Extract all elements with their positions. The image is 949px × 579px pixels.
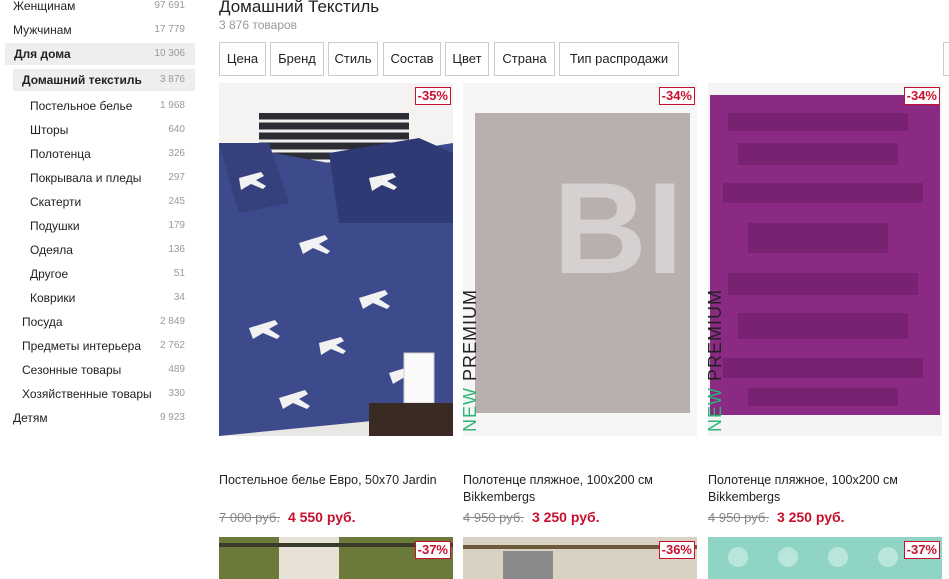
sidebar-item-count: 640 xyxy=(168,124,185,135)
filter-sale-type-button[interactable]: Тип распродажи xyxy=(559,42,679,76)
product-image[interactable] xyxy=(219,83,453,436)
product-price: 4 950 руб. 3 250 руб. xyxy=(708,509,845,525)
sidebar-item-count: 51 xyxy=(173,268,185,279)
sidebar-item-label: Покрывала и пледы xyxy=(30,171,142,185)
sidebar-item-home-textile[interactable]: Домашний текстиль 3 876 xyxy=(13,69,195,91)
product-price: 7 000 руб. 4 550 руб. xyxy=(219,509,356,525)
sidebar-item-label: Полотенца xyxy=(30,147,91,161)
discount-badge: -35% xyxy=(414,87,451,105)
discount-badge: -37% xyxy=(903,541,940,559)
sidebar-item-count: 245 xyxy=(168,196,185,207)
product-card[interactable]: -36% xyxy=(463,537,697,579)
sidebar-item-pillows[interactable]: Подушки 179 xyxy=(30,215,185,237)
sale-price: 3 250 руб. xyxy=(531,509,600,525)
product-card[interactable]: -37% xyxy=(708,537,942,579)
sidebar-item-count: 17 779 xyxy=(154,24,185,35)
sidebar-item-label: Коврики xyxy=(30,291,76,305)
sidebar-item-label: Сезонные товары xyxy=(22,363,122,377)
grey-towel-photo: BI xyxy=(463,83,697,436)
filter-style-button[interactable]: Стиль xyxy=(328,42,378,76)
sidebar-item-label: Другое xyxy=(30,267,69,281)
filter-country-button[interactable]: Страна xyxy=(494,42,555,76)
sidebar-item-count: 2 849 xyxy=(159,316,185,327)
sidebar-item-count: 97 691 xyxy=(154,0,185,11)
sidebar-item-label: Женщинам xyxy=(13,0,76,13)
sidebar-item-count: 1 968 xyxy=(159,100,185,111)
sidebar-item-women[interactable]: Женщинам 97 691 xyxy=(13,0,185,17)
premium-tag: NEW PREMIUM xyxy=(463,272,481,432)
sidebar-item-label: Предметы интерьера xyxy=(22,339,142,353)
discount-badge: -36% xyxy=(658,541,695,559)
sidebar-item-label: Домашний текстиль xyxy=(22,73,142,87)
product-count: 3 876 товаров xyxy=(219,18,298,32)
sidebar-item-home[interactable]: Для дома 10 306 xyxy=(5,43,195,65)
sidebar-item-seasonal[interactable]: Сезонные товары 489 xyxy=(22,359,185,381)
sidebar-item-bedding[interactable]: Постельное белье 1 968 xyxy=(30,95,185,117)
filter-composition-button[interactable]: Состав xyxy=(383,42,441,76)
sidebar-item-count: 10 306 xyxy=(154,48,185,59)
sidebar-item-tablecloths[interactable]: Скатерти 245 xyxy=(30,191,185,213)
sidebar-item-count: 2 762 xyxy=(159,340,185,351)
product-card[interactable]: -37% xyxy=(219,537,453,579)
page-title: Домашний Текстиль xyxy=(219,0,380,16)
product-image[interactable]: NEW PREMIUM xyxy=(708,83,942,436)
sidebar-item-curtains[interactable]: Шторы 640 xyxy=(30,119,185,141)
sidebar-item-kids[interactable]: Детям 9 923 xyxy=(13,407,185,429)
product-title[interactable]: Полотенце пляжное, 100x200 см Bikkemberg… xyxy=(463,472,697,506)
sale-price: 3 250 руб. xyxy=(776,509,845,525)
filter-brand-button[interactable]: Бренд xyxy=(270,42,324,76)
old-price: 4 950 руб. xyxy=(463,510,524,525)
new-label: NEW xyxy=(463,387,480,432)
product-title[interactable]: Постельное белье Евро, 50x70 Jardin xyxy=(219,472,453,489)
sidebar-item-count: 136 xyxy=(168,244,185,255)
sidebar-item-count: 297 xyxy=(168,172,185,183)
filter-price-button[interactable]: Цена xyxy=(219,42,266,76)
sidebar-item-other[interactable]: Другое 51 xyxy=(30,263,185,285)
sidebar-item-count: 330 xyxy=(168,388,185,399)
bedding-photo xyxy=(219,83,453,436)
sidebar-item-rugs[interactable]: Коврики 34 xyxy=(30,287,185,309)
sidebar-item-count: 326 xyxy=(168,148,185,159)
sidebar-item-label: Мужчинам xyxy=(13,23,72,37)
sidebar-item-count: 489 xyxy=(168,364,185,375)
discount-badge: -34% xyxy=(903,87,940,105)
sidebar-item-label: Детям xyxy=(13,411,48,425)
sidebar-item-count: 34 xyxy=(173,292,185,303)
product-image[interactable]: BI NEW PREMIUM xyxy=(463,83,697,436)
sidebar-item-count: 179 xyxy=(168,220,185,231)
purple-towel-photo xyxy=(708,83,942,436)
product-price: 4 950 руб. 3 250 руб. xyxy=(463,509,600,525)
sidebar-item-blankets[interactable]: Одеяла 136 xyxy=(30,239,185,261)
filter-scroll-button[interactable] xyxy=(943,42,949,76)
sidebar-item-label: Одеяла xyxy=(30,243,73,257)
premium-label: PREMIUM xyxy=(463,288,480,381)
premium-tag: NEW PREMIUM xyxy=(708,272,726,432)
sidebar-item-household[interactable]: Хозяйственные товары 330 xyxy=(22,383,185,405)
sale-price: 4 550 руб. xyxy=(287,509,356,525)
discount-badge: -34% xyxy=(658,87,695,105)
old-price: 4 950 руб. xyxy=(708,510,769,525)
sidebar-item-count: 9 923 xyxy=(159,412,185,423)
sidebar-item-men[interactable]: Мужчинам 17 779 xyxy=(13,19,185,41)
sidebar-item-count: 3 876 xyxy=(159,74,185,85)
sidebar-item-interior[interactable]: Предметы интерьера 2 762 xyxy=(22,335,185,357)
premium-label: PREMIUM xyxy=(708,288,725,381)
product-title[interactable]: Полотенце пляжное, 100x200 см Bikkemberg… xyxy=(708,472,942,506)
old-price: 7 000 руб. xyxy=(219,510,280,525)
discount-badge: -37% xyxy=(414,541,451,559)
sidebar-item-label: Постельное белье xyxy=(30,99,133,113)
sidebar-item-label: Подушки xyxy=(30,219,80,233)
sidebar-item-label: Для дома xyxy=(14,47,71,61)
sidebar-item-bedspreads[interactable]: Покрывала и пледы 297 xyxy=(30,167,185,189)
sidebar-item-tableware[interactable]: Посуда 2 849 xyxy=(22,311,185,333)
sidebar-item-label: Посуда xyxy=(22,315,63,329)
sidebar-item-label: Шторы xyxy=(30,123,69,137)
new-label: NEW xyxy=(708,387,725,432)
sidebar-item-towels[interactable]: Полотенца 326 xyxy=(30,143,185,165)
towel-print-text: BI xyxy=(553,155,683,301)
sidebar-item-label: Скатерти xyxy=(30,195,82,209)
filter-color-button[interactable]: Цвет xyxy=(445,42,489,76)
sidebar-item-label: Хозяйственные товары xyxy=(22,387,152,401)
